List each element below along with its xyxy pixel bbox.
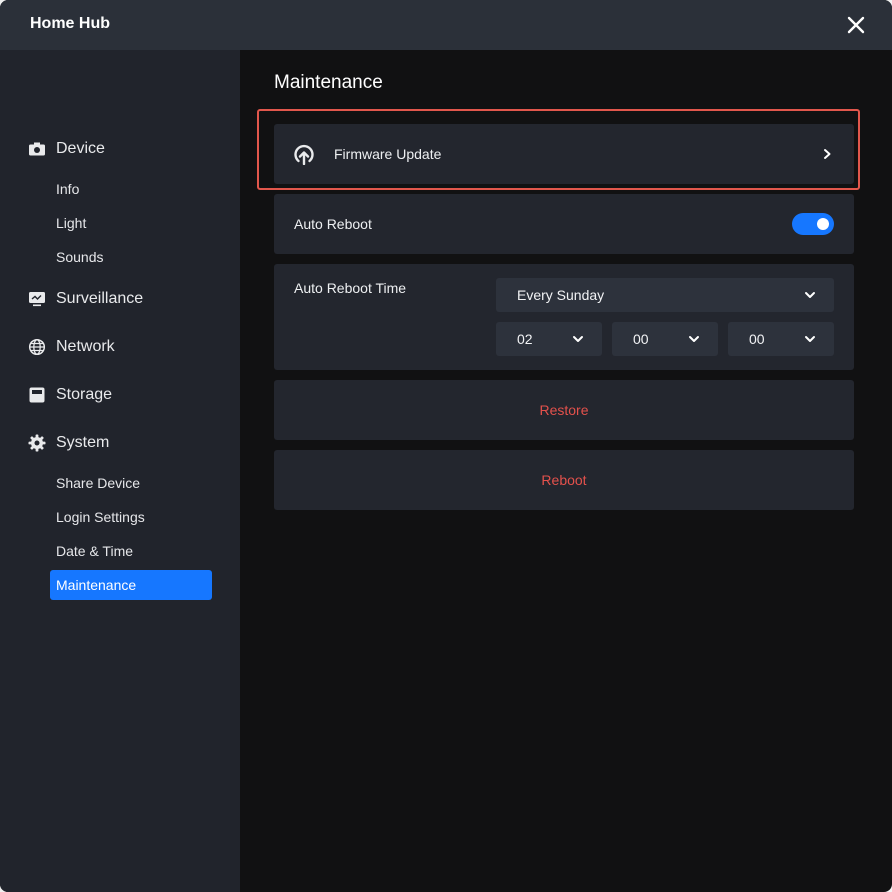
reboot-second-value: 00 — [749, 331, 765, 347]
reboot-second-select[interactable]: 00 — [728, 322, 834, 356]
sidebar-item-login-settings[interactable]: Login Settings — [50, 502, 212, 532]
main-panel: Maintenance Firmware Update Auto Reboot … — [240, 50, 892, 892]
sidebar-item-share-device[interactable]: Share Device — [50, 468, 212, 498]
sidebar: Device Info Light Sounds Surveillance Ne… — [0, 50, 240, 892]
sidebar-item-sounds[interactable]: Sounds — [50, 242, 212, 272]
auto-reboot-toggle[interactable] — [792, 213, 834, 235]
window-title: Home Hub — [30, 15, 110, 32]
sidebar-section-label: Surveillance — [56, 290, 144, 307]
chevron-down-icon — [573, 336, 583, 342]
sidebar-item-label: Maintenance — [56, 577, 137, 593]
sidebar-item-label: Info — [56, 181, 80, 197]
sidebar-section-surveillance[interactable]: Surveillance — [28, 288, 143, 310]
toggle-knob — [817, 218, 829, 230]
sidebar-section-label: System — [56, 434, 110, 451]
restore-button[interactable]: Restore — [274, 380, 854, 440]
reboot-button[interactable]: Reboot — [274, 450, 854, 510]
sidebar-section-network[interactable]: Network — [28, 336, 115, 358]
globe-icon — [28, 338, 46, 356]
auto-reboot-label: Auto Reboot — [294, 216, 372, 232]
sidebar-item-label: Share Device — [56, 475, 141, 491]
sidebar-item-label: Login Settings — [56, 509, 145, 525]
auto-reboot-time-label: Auto Reboot Time — [294, 280, 407, 296]
sidebar-item-label: Date & Time — [56, 543, 134, 559]
chevron-down-icon — [805, 292, 815, 298]
sidebar-section-label: Storage — [56, 386, 113, 403]
title-bar: Home Hub — [0, 0, 892, 50]
sidebar-item-maintenance[interactable]: Maintenance — [50, 570, 212, 600]
sidebar-section-storage[interactable]: Storage — [28, 384, 112, 406]
sidebar-item-info[interactable]: Info — [50, 174, 212, 204]
sidebar-section-device[interactable]: Device — [28, 138, 105, 160]
page-title: Maintenance — [274, 72, 383, 93]
reboot-day-value: Every Sunday — [517, 287, 605, 303]
settings-window: Home Hub Device Info Light Sounds Survei… — [0, 0, 892, 892]
sidebar-item-date-time[interactable]: Date & Time — [50, 536, 212, 566]
reboot-day-select[interactable]: Every Sunday — [496, 278, 834, 312]
auto-reboot-row: Auto Reboot — [274, 194, 854, 254]
sidebar-item-light[interactable]: Light — [50, 208, 212, 238]
restore-label: Restore — [539, 402, 589, 418]
storage-icon — [28, 386, 46, 404]
chevron-down-icon — [805, 336, 815, 342]
camera-icon — [28, 140, 46, 158]
highlight-box — [257, 109, 860, 190]
sidebar-section-label: Device — [56, 140, 105, 157]
reboot-label: Reboot — [541, 472, 587, 488]
chevron-down-icon — [689, 336, 699, 342]
reboot-hour-value: 02 — [517, 331, 533, 347]
sidebar-section-system[interactable]: System — [28, 432, 109, 454]
reboot-minute-select[interactable]: 00 — [612, 322, 718, 356]
sidebar-section-label: Network — [56, 338, 115, 355]
sidebar-item-label: Light — [56, 215, 87, 231]
sidebar-item-label: Sounds — [56, 249, 104, 265]
close-icon[interactable] — [842, 11, 870, 39]
reboot-hour-select[interactable]: 02 — [496, 322, 602, 356]
reboot-minute-value: 00 — [633, 331, 649, 347]
gear-icon — [28, 434, 46, 452]
monitor-icon — [28, 290, 46, 308]
auto-reboot-time-row: Auto Reboot Time Every Sunday 02 00 00 — [274, 264, 854, 370]
